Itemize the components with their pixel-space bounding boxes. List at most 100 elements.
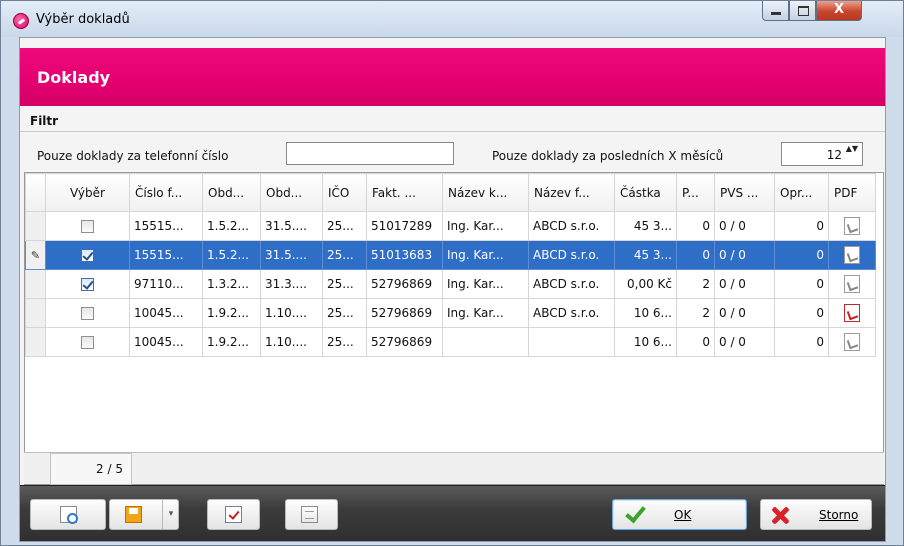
table-row[interactable]: 97110... 1.3.2... 31.3.... 25... 5279686… bbox=[25, 269, 876, 299]
column-header-pvs[interactable]: PVS ... bbox=[714, 173, 775, 212]
save-button[interactable]: ▾ bbox=[109, 499, 179, 530]
cell-castka: 45 3... bbox=[614, 211, 677, 241]
ok-button-label: OK bbox=[674, 508, 692, 522]
table-row[interactable]: 15515... 1.5.2... 31.5.... 25... 5101728… bbox=[25, 211, 876, 241]
cell-pdf[interactable] bbox=[828, 269, 876, 299]
cell-pdf[interactable] bbox=[828, 240, 876, 270]
cell-p: 0 bbox=[676, 240, 715, 270]
uncheck-all-button[interactable] bbox=[285, 499, 338, 530]
divider bbox=[20, 131, 885, 132]
cell-pdf[interactable] bbox=[828, 298, 876, 328]
cell-cislo: 10045... bbox=[129, 327, 203, 357]
column-header-p[interactable]: P... bbox=[676, 173, 715, 212]
cell-ico: 25... bbox=[322, 269, 367, 299]
pdf-icon[interactable] bbox=[844, 217, 860, 235]
cell-cislo: 97110... bbox=[129, 269, 203, 299]
cell-nazev-k bbox=[442, 327, 529, 357]
cell-obdobi-od: 1.3.2... bbox=[202, 269, 261, 299]
cell-pvs: 0 / 0 bbox=[714, 240, 775, 270]
dialog-body: Doklady Filtr Pouze doklady za telefonní… bbox=[19, 37, 886, 542]
row-indicator[interactable] bbox=[25, 211, 46, 241]
select-checkbox[interactable] bbox=[81, 220, 94, 233]
column-header-faktura[interactable]: Fakt. ... bbox=[366, 173, 443, 212]
cell-obdobi-od: 1.9.2... bbox=[202, 327, 261, 357]
cell-faktura: 52796869 bbox=[366, 327, 443, 357]
page-title: Doklady bbox=[37, 68, 111, 87]
column-header-castka[interactable]: Částka bbox=[614, 173, 677, 212]
grid-footer: 2 / 5 bbox=[24, 452, 884, 485]
cell-nazev-f: ABCD s.r.o. bbox=[528, 269, 615, 299]
filter-section-label: Filtr bbox=[30, 114, 59, 128]
select-checkbox[interactable] bbox=[81, 249, 94, 262]
row-indicator[interactable] bbox=[25, 327, 46, 357]
cell-cislo: 15515... bbox=[129, 211, 203, 241]
cell-castka: 10 6... bbox=[614, 298, 677, 328]
cell-pvs: 0 / 0 bbox=[714, 269, 775, 299]
pdf-red-icon[interactable] bbox=[844, 304, 860, 322]
cell-obdobi-do: 31.5.... bbox=[260, 240, 323, 270]
cell-p: 0 bbox=[676, 211, 715, 241]
cell-pdf[interactable] bbox=[828, 211, 876, 241]
cell-opr: 0 bbox=[774, 269, 829, 299]
column-header-ico[interactable]: IČO bbox=[322, 173, 367, 212]
select-checkbox-cell[interactable] bbox=[45, 240, 130, 270]
column-header-cislo[interactable]: Číslo f... bbox=[129, 173, 203, 212]
pdf-icon[interactable] bbox=[844, 333, 860, 351]
select-checkbox[interactable] bbox=[81, 278, 94, 291]
documents-grid[interactable]: Výběr Číslo f... Obd... Obd... IČO Fakt.… bbox=[24, 172, 884, 485]
checkmark-icon bbox=[624, 505, 646, 523]
column-header-obdobi-do[interactable]: Obd... bbox=[260, 173, 323, 212]
cell-nazev-k: Ing. Kar... bbox=[442, 211, 529, 241]
cell-nazev-f: ABCD s.r.o. bbox=[528, 240, 615, 270]
row-indicator[interactable] bbox=[25, 298, 46, 328]
cell-p: 2 bbox=[676, 298, 715, 328]
row-indicator[interactable] bbox=[25, 269, 46, 299]
cell-pvs: 0 / 0 bbox=[714, 211, 775, 241]
cell-obdobi-do: 31.5.... bbox=[260, 211, 323, 241]
column-header-obdobi-od[interactable]: Obd... bbox=[202, 173, 261, 212]
maximize-button[interactable] bbox=[789, 1, 816, 21]
select-checkbox-cell[interactable] bbox=[45, 211, 130, 241]
cell-ico: 25... bbox=[322, 298, 367, 328]
table-row[interactable]: 10045... 1.9.2... 1.10.... 25... 5279686… bbox=[25, 327, 876, 357]
cell-nazev-k: Ing. Kar... bbox=[442, 298, 529, 328]
cell-faktura: 51017289 bbox=[366, 211, 443, 241]
cell-castka: 45 3... bbox=[614, 240, 677, 270]
spinner-arrows-icon[interactable]: ▲▼ bbox=[846, 144, 858, 153]
cell-obdobi-od: 1.5.2... bbox=[202, 240, 261, 270]
preview-button[interactable] bbox=[30, 499, 106, 530]
cell-obdobi-do: 1.10.... bbox=[260, 298, 323, 328]
column-header-nazev-f[interactable]: Název f... bbox=[528, 173, 615, 212]
column-header-vyber[interactable]: Výběr bbox=[45, 173, 130, 212]
cell-p: 0 bbox=[676, 327, 715, 357]
table-row-selected[interactable]: ✎ 15515... 1.5.2... 31.5.... 25... 51013… bbox=[25, 240, 876, 270]
cell-pdf[interactable] bbox=[828, 327, 876, 357]
close-icon bbox=[770, 505, 790, 525]
pdf-icon[interactable] bbox=[844, 246, 860, 264]
cell-obdobi-od: 1.9.2... bbox=[202, 298, 261, 328]
select-checkbox[interactable] bbox=[81, 336, 94, 349]
check-all-button[interactable] bbox=[207, 499, 260, 530]
select-checkbox-cell[interactable] bbox=[45, 298, 130, 328]
column-header-opr[interactable]: Opr... bbox=[774, 173, 829, 212]
title-bar[interactable]: Výběr dokladů X bbox=[1, 1, 903, 37]
close-button[interactable]: X bbox=[816, 1, 862, 21]
chevron-down-icon[interactable]: ▾ bbox=[162, 500, 179, 529]
months-spinner[interactable]: 12 ▲▼ bbox=[781, 142, 863, 166]
column-header-pdf[interactable]: PDF bbox=[828, 173, 876, 212]
select-checkbox[interactable] bbox=[81, 307, 94, 320]
phone-filter-label: Pouze doklady za telefonní číslo bbox=[37, 149, 229, 163]
row-indicator[interactable]: ✎ bbox=[25, 240, 46, 270]
select-checkbox-cell[interactable] bbox=[45, 269, 130, 299]
column-header-nazev-k[interactable]: Název k... bbox=[442, 173, 529, 212]
checklist-icon bbox=[225, 506, 242, 523]
pdf-icon[interactable] bbox=[844, 275, 860, 293]
minimize-button[interactable] bbox=[762, 1, 789, 21]
cell-nazev-k: Ing. Kar... bbox=[442, 240, 529, 270]
ok-button[interactable]: OK bbox=[612, 499, 747, 530]
cell-p: 2 bbox=[676, 269, 715, 299]
table-row[interactable]: 10045... 1.9.2... 1.10.... 25... 5279686… bbox=[25, 298, 876, 328]
select-checkbox-cell[interactable] bbox=[45, 327, 130, 357]
cancel-button[interactable]: Storno bbox=[760, 499, 872, 530]
phone-input[interactable] bbox=[286, 142, 454, 165]
